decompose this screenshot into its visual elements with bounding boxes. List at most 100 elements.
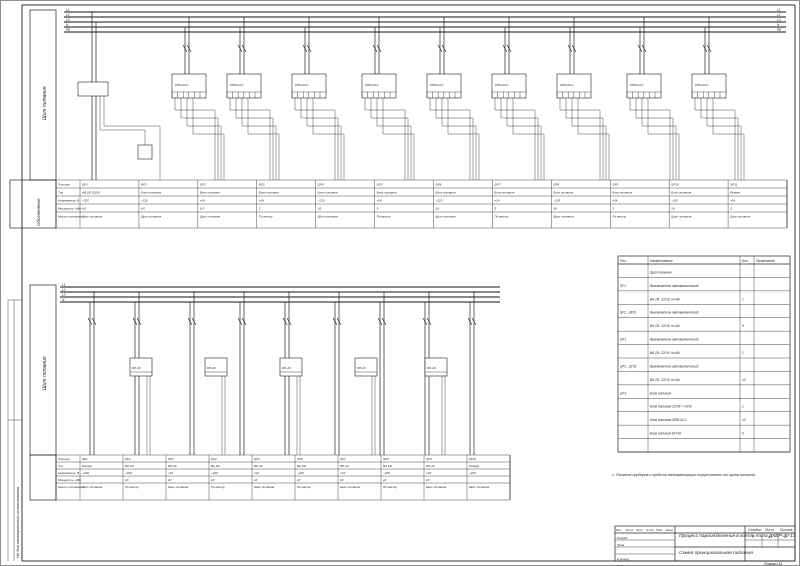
sheet-value: 1 (768, 534, 770, 539)
table-cell: QF9 (612, 183, 618, 187)
table-cell: Блок питания (553, 191, 573, 195)
table-cell: =24 (259, 199, 264, 203)
table-cell: ~220 (297, 471, 304, 475)
bus-label-left: L2 (66, 13, 70, 17)
top-table-label: Обозначение (36, 198, 41, 226)
table-cell: ~220 (671, 199, 678, 203)
table-cell: 2 (258, 207, 261, 211)
sheet-label: Лист (764, 528, 774, 532)
table-cell: Блок питания (141, 191, 161, 195)
table-cell: 16 (671, 207, 675, 211)
spec-cell: SF1 (620, 284, 626, 288)
table-cell: Блок питания (436, 191, 456, 195)
title-role: Кол.уч (626, 528, 634, 532)
stamp-strip-text: Не для коммерческого использования (15, 486, 20, 558)
spec-cell: 1 (742, 405, 744, 409)
title-role: Дата (665, 528, 673, 532)
table-cell: ~220 (383, 471, 390, 475)
bp-module-label: БП-10 (357, 366, 366, 370)
title-role: Изм. (616, 528, 622, 532)
table-cell: ~220 (436, 199, 443, 203)
power-module-label: КПМ-24-2 (295, 83, 309, 87)
table-cell: ВА 1Ф (125, 464, 134, 468)
sheets-label: Листов (779, 528, 793, 532)
sheets-value: 1 (784, 534, 786, 539)
table-cell: ~220 (469, 471, 476, 475)
row-label: Напряжение, В (58, 199, 79, 203)
table-cell: SF6 (297, 457, 303, 461)
power-module-label: КПМ-24-2 (430, 83, 444, 87)
row-label: Напряжение, В (58, 471, 79, 475)
power-module-label: КПМ-24-2 (630, 83, 644, 87)
title-person: Пров. (617, 543, 625, 547)
table-cell: ~220 (211, 471, 218, 475)
table-cell: ~220 (141, 199, 148, 203)
table-cell: QF8 (553, 183, 559, 187)
spec-cell: Блок питания КПМ-24-2 (650, 418, 687, 422)
table-cell: БП-10 (340, 464, 349, 468)
bus-label-left: L3 (62, 293, 66, 297)
table-cell: Резерв (730, 191, 740, 195)
spec-cell: ВА 1Ф, 220 В, Iн=2А (650, 378, 680, 382)
spec-cell: 10 (742, 378, 746, 382)
table-cell: SF2 (125, 457, 131, 461)
spec-cell: 10 (742, 418, 746, 422)
table-cell: QF4 (318, 183, 324, 187)
power-module-label: КПМ-24-2 (365, 83, 379, 87)
spec-cell: 1 (742, 351, 744, 355)
spec-note: 1. Питание приборов и средств автоматиза… (612, 473, 756, 477)
bp-module-label: БП-10 (132, 366, 141, 370)
table-cell: SF8 (383, 457, 389, 461)
bus-label-left: L2 (62, 288, 66, 292)
table-cell: SF10 (469, 457, 477, 461)
table-cell: По месту (211, 485, 225, 489)
table-cell: Блок питания (671, 191, 691, 195)
table-cell: Блок питания (377, 191, 397, 195)
table-cell: БП-10 (254, 464, 263, 468)
table-cell: 10 (340, 478, 344, 482)
bp-module-label: БП-10 (427, 366, 436, 370)
table-cell: 10 (125, 478, 129, 482)
table-cell: =24 (612, 199, 617, 203)
power-module-label: КПМ-24-2 (560, 83, 574, 87)
table-cell: По месту (377, 215, 391, 219)
table-cell: 4,0 (141, 207, 146, 211)
table-cell: ~220 (553, 199, 560, 203)
row-label: Тип (58, 464, 63, 468)
power-supply-schematic: Не для коммерческого использования Щит п… (0, 0, 800, 566)
bus-label-left: L3 (66, 18, 70, 22)
table-cell: Щит питания (141, 215, 162, 219)
row-label: Позиция (58, 457, 70, 461)
title-role: № док. (646, 528, 655, 532)
table-cell: Блок питания (318, 191, 338, 195)
table-cell: 16 (436, 207, 440, 211)
stage-label: Стадия (748, 528, 761, 532)
table-cell: Щит питания (82, 485, 103, 489)
table-cell: QF5 (377, 183, 383, 187)
table-cell: 10 (426, 478, 430, 482)
table-cell: =24 (377, 199, 382, 203)
table-cell: Резерв (469, 464, 479, 468)
table-cell: Щит питания (254, 485, 275, 489)
table-cell: По месту (612, 215, 626, 219)
table-cell: По месту (494, 215, 508, 219)
table-cell: Блок питания (494, 191, 514, 195)
table-cell: Щит питания (168, 485, 189, 489)
table-cell: QF7 (494, 183, 500, 187)
spec-cell: Выключатель автоматический (650, 311, 699, 315)
table-cell: ~220 (318, 199, 325, 203)
table-cell: =24 (168, 471, 173, 475)
table-cell: Щит питания (436, 215, 457, 219)
spec-cell: Щит питания (650, 270, 672, 274)
table-cell: =24 (494, 199, 499, 203)
table-cell: Щит питания (553, 215, 574, 219)
table-cell: 16 (553, 207, 557, 211)
bp-module-label: БП-10 (207, 366, 216, 370)
table-cell: SF3 (168, 457, 174, 461)
table-cell: По месту (297, 485, 311, 489)
spec-cell: 1 (742, 297, 744, 301)
table-cell: 10 (383, 478, 387, 482)
spec-cell: Блок питания 220 В / =24 В (650, 405, 692, 409)
table-cell: Блок питания (612, 191, 632, 195)
transformer-module (137, 144, 153, 160)
